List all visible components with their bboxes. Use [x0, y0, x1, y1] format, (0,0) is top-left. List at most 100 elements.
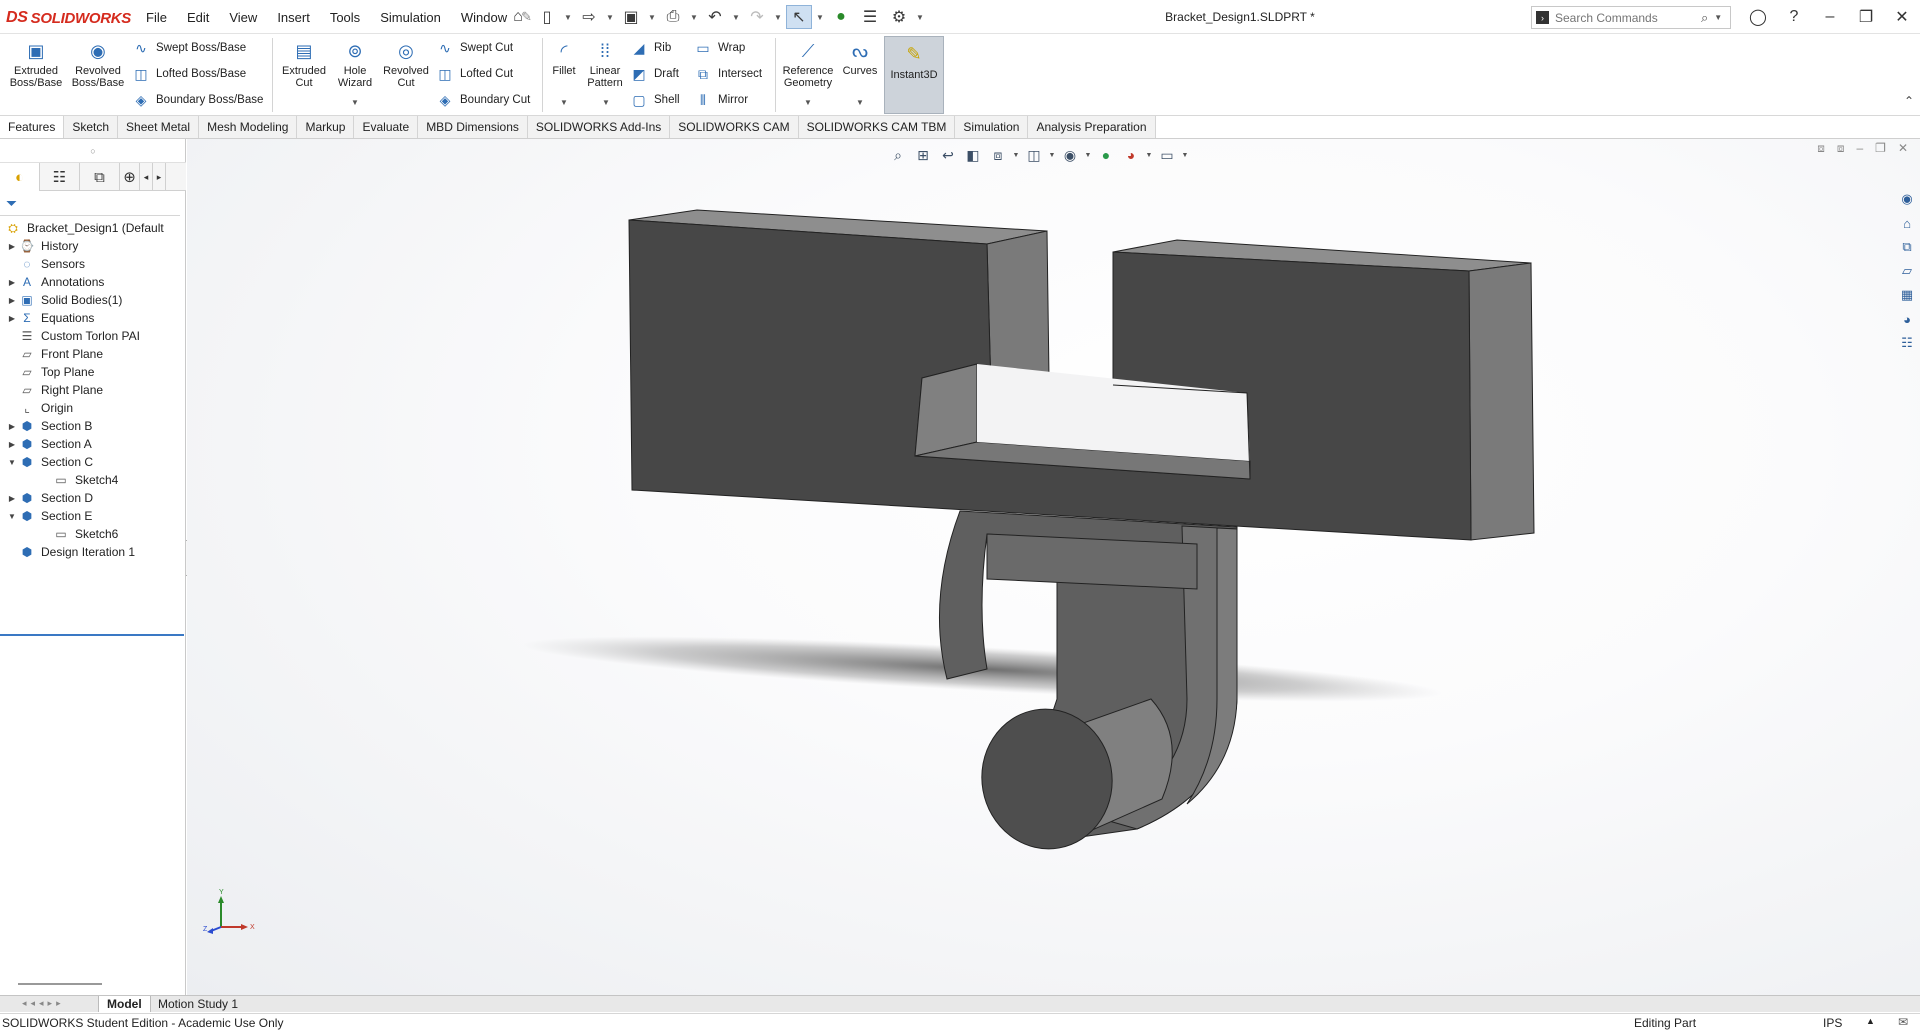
expand-arrow-icon[interactable]: ▶ — [6, 314, 18, 323]
view-settings-dropdown-icon[interactable]: ▼ — [1181, 144, 1189, 166]
zoom-to-fit-icon[interactable]: ⌕ — [887, 144, 909, 166]
unit-system[interactable]: IPS — [1823, 1016, 1842, 1030]
reference-geometry-dropdown-icon[interactable]: ▼ — [804, 98, 812, 107]
linear-pattern-dropdown-icon[interactable]: ▼ — [602, 98, 610, 107]
dimxpert-tab-icon[interactable]: ⊕ — [120, 163, 140, 191]
view-palette-icon[interactable]: ▦ — [1896, 285, 1918, 305]
swept-boss-button[interactable]: ∿ Swept Boss/Base — [132, 38, 246, 58]
viewport-close-icon[interactable]: ✕ — [1898, 141, 1908, 156]
boundary-cut-button[interactable]: ◈ Boundary Cut — [436, 90, 531, 110]
select-cursor-icon[interactable]: ↖ — [786, 5, 812, 29]
redo-dropdown-icon[interactable]: ▼ — [773, 5, 783, 29]
search-source-icon[interactable]: › — [1536, 11, 1549, 24]
menu-insert[interactable]: Insert — [267, 10, 320, 25]
zoom-to-area-icon[interactable]: ⊞ — [912, 144, 934, 166]
tab-sketch[interactable]: Sketch — [64, 116, 119, 138]
user-account-icon[interactable]: ◯ — [1740, 0, 1776, 34]
menu-tools[interactable]: Tools — [320, 10, 370, 25]
revolved-boss-button[interactable]: ◉ Revolved Boss/Base — [70, 38, 126, 89]
hide-show-items-icon[interactable]: ◉ — [1059, 144, 1081, 166]
options-gear-icon[interactable]: ⚙ — [886, 5, 912, 29]
expand-arrow-icon[interactable]: ▶ — [6, 422, 18, 431]
unit-system-dropdown-icon[interactable]: ▲ — [1866, 1016, 1875, 1026]
file-explorer-icon[interactable]: ▱ — [1896, 261, 1918, 281]
solidworks-resources-icon[interactable]: ◉ — [1896, 189, 1918, 209]
apply-scene-icon[interactable]: ◕ — [1120, 144, 1142, 166]
expand-arrow-icon[interactable]: ▶ — [6, 440, 18, 449]
revolved-cut-button[interactable]: ◎ Revolved Cut — [378, 38, 434, 89]
new-document-icon[interactable]: ▯ — [534, 5, 560, 29]
viewport-split-left-icon[interactable]: ⧈ — [1817, 141, 1825, 156]
tab-solidworks-add-ins[interactable]: SOLIDWORKS Add-Ins — [527, 116, 671, 138]
tab-evaluate[interactable]: Evaluate — [354, 116, 419, 138]
extruded-cut-button[interactable]: ▤ Extruded Cut — [276, 38, 332, 89]
lofted-cut-button[interactable]: ◫ Lofted Cut — [436, 64, 513, 84]
minimize-icon[interactable]: – — [1812, 0, 1848, 34]
collapse-arrow-icon[interactable]: ▼ — [6, 512, 18, 521]
viewport-minimize-icon[interactable]: – — [1856, 141, 1863, 156]
solidworks-logo[interactable]: DS SOLIDWORKS — [6, 8, 131, 28]
file-properties-icon[interactable]: ☰ — [857, 5, 883, 29]
horizontal-scrollbar[interactable] — [18, 983, 102, 985]
previous-view-icon[interactable]: ↩ — [937, 144, 959, 166]
feature-manager-tab-icon[interactable]: ◐ — [0, 163, 40, 191]
viewport-restore-icon[interactable]: ❐ — [1875, 141, 1886, 156]
viewport-split-right-icon[interactable]: ⧈ — [1837, 141, 1845, 156]
shell-button[interactable]: ▢ Shell — [630, 90, 679, 110]
graphics-area[interactable]: ⌕ ⊞ ↩ ◧ ⧈ ▼ ◫ ▼ ◉ ▼ ● ◕ ▼ ▭ ▼ ⧈ ⧈ – ❐ ✕ … — [187, 139, 1920, 1001]
design-library-icon[interactable]: ⧉ — [1896, 237, 1918, 257]
help-icon[interactable]: ? — [1776, 0, 1812, 34]
hole-wizard-button[interactable]: ⊚ Hole Wizard — [327, 38, 383, 89]
open-dropdown-icon[interactable]: ▼ — [605, 5, 615, 29]
tab-sheet-metal[interactable]: Sheet Metal — [118, 116, 200, 138]
undo-icon[interactable]: ↶ — [702, 5, 728, 29]
3d-model-view[interactable] — [187, 139, 1920, 1001]
extruded-boss-button[interactable]: ▣ Extruded Boss/Base — [8, 38, 64, 89]
menu-edit[interactable]: Edit — [177, 10, 219, 25]
section-view-icon[interactable]: ◧ — [962, 144, 984, 166]
quick-tips-icon[interactable]: ✉ — [1898, 1015, 1908, 1029]
tab-scroll-left-icon[interactable]: ◂ — [140, 163, 153, 191]
tab-solidworks-cam[interactable]: SOLIDWORKS CAM — [670, 116, 799, 138]
view-settings-icon[interactable]: ▭ — [1156, 144, 1178, 166]
rib-button[interactable]: ◢ Rib — [630, 38, 672, 58]
search-commands-box[interactable]: › ⌕ ▼ — [1531, 6, 1731, 29]
tab-simulation[interactable]: Simulation — [955, 116, 1029, 138]
search-input[interactable] — [1555, 10, 1695, 25]
expand-arrow-icon[interactable]: ▶ — [6, 494, 18, 503]
expand-arrow-icon[interactable]: ▶ — [6, 242, 18, 251]
filter-icon[interactable]: ⏷ — [6, 195, 17, 212]
draft-button[interactable]: ◩ Draft — [630, 64, 679, 84]
configuration-manager-tab-icon[interactable]: ⧉ — [80, 163, 120, 191]
home-view-icon[interactable]: ⌂ — [1896, 213, 1918, 233]
fillet-dropdown-icon[interactable]: ▼ — [560, 98, 568, 107]
appearances-icon[interactable]: ◕ — [1896, 309, 1918, 329]
intersect-button[interactable]: ⧉ Intersect — [694, 64, 762, 84]
close-icon[interactable]: ✕ — [1884, 0, 1920, 34]
search-icon[interactable]: ⌕ — [1701, 10, 1708, 26]
open-icon[interactable]: ⇨ — [576, 5, 602, 29]
tree-item[interactable]: ⬢ Design Iteration 1 — [6, 541, 135, 563]
tab-features[interactable]: Features — [0, 116, 65, 138]
mirror-button[interactable]: ⫴ Mirror — [694, 90, 748, 110]
display-style-icon[interactable]: ◫ — [1023, 144, 1045, 166]
view-orientation-dropdown-icon[interactable]: ▼ — [1012, 144, 1020, 166]
restore-icon[interactable]: ❐ — [1848, 0, 1884, 34]
options-dropdown-icon[interactable]: ▼ — [915, 5, 925, 29]
swept-cut-button[interactable]: ∿ Swept Cut — [436, 38, 513, 58]
hole-wizard-dropdown-icon[interactable]: ▼ — [351, 98, 359, 107]
search-dropdown-icon[interactable]: ▼ — [1714, 13, 1722, 22]
save-icon[interactable]: ▣ — [618, 5, 644, 29]
tab-motion-study-1[interactable]: Motion Study 1 — [150, 996, 246, 1012]
curves-dropdown-icon[interactable]: ▼ — [856, 98, 864, 107]
expand-arrow-icon[interactable]: ▶ — [6, 278, 18, 287]
select-dropdown-icon[interactable]: ▼ — [815, 5, 825, 29]
property-manager-tab-icon[interactable]: ☷ — [40, 163, 80, 191]
hide-show-dropdown-icon[interactable]: ▼ — [1084, 144, 1092, 166]
tab-mesh-modeling[interactable]: Mesh Modeling — [199, 116, 298, 138]
dynamic-annotation-icon[interactable]: ⧈ — [987, 144, 1009, 166]
tab-analysis-preparation[interactable]: Analysis Preparation — [1028, 116, 1156, 138]
reference-geometry-button[interactable]: ⟋ Reference Geometry — [778, 38, 838, 89]
custom-properties-icon[interactable]: ☷ — [1896, 333, 1918, 353]
scene-dropdown-icon[interactable]: ▼ — [1145, 144, 1153, 166]
